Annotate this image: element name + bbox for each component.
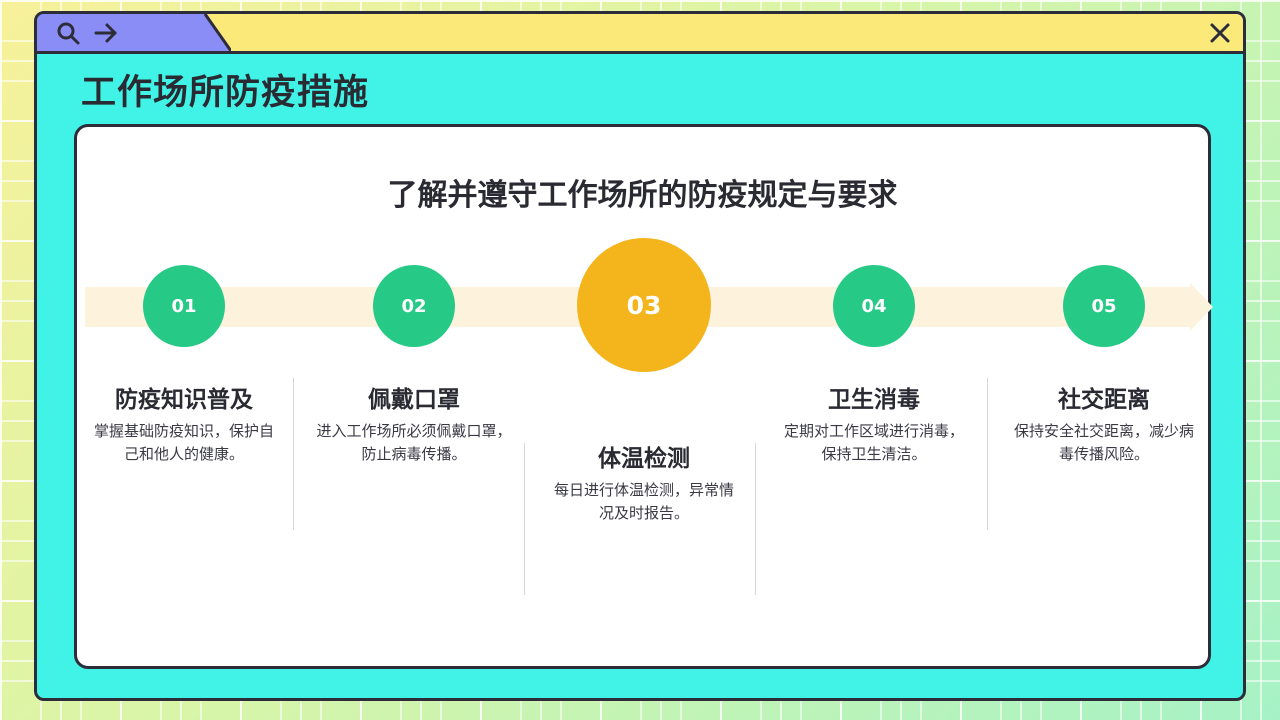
column-divider xyxy=(987,378,988,530)
step-number-04: 04 xyxy=(833,265,915,347)
column-divider xyxy=(524,443,525,595)
step-desc-line: 每日进行体温检测，异常情 xyxy=(553,481,734,499)
step-desc-02: 进入工作场所必须佩戴口罩， 防止病毒传播。 xyxy=(314,420,514,466)
step-desc-03: 每日进行体温检测，异常情 况及时报告。 xyxy=(544,479,744,525)
step-desc-line: 保持安全社交距离，减少病 xyxy=(1013,422,1194,440)
step-title-05: 社交距离 xyxy=(1058,387,1150,413)
content-card: 了解并遵守工作场所的防疫规定与要求 01 02 03 04 05 防疫知识普及 … xyxy=(74,124,1213,669)
step-desc-01: 掌握基础防疫知识，保护自 己和他人的健康。 xyxy=(84,420,284,466)
title-bar-accent xyxy=(205,14,1243,51)
step-desc-05: 保持安全社交距离，减少病 毒传播风险。 xyxy=(1004,420,1204,466)
step-desc-line: 定期对工作区域进行消毒， xyxy=(783,422,964,440)
step-desc-line: 掌握基础防疫知识，保护自 xyxy=(93,422,274,440)
step-desc-04: 定期对工作区域进行消毒， 保持卫生清洁。 xyxy=(774,420,974,466)
step-desc-line: 进入工作场所必须佩戴口罩， xyxy=(316,422,512,440)
step-desc-line: 毒传播风险。 xyxy=(1058,445,1149,463)
step-desc-line: 己和他人的健康。 xyxy=(123,445,244,463)
title-bar xyxy=(37,14,1243,54)
step-desc-line: 防止病毒传播。 xyxy=(361,445,467,463)
title-bar-slant xyxy=(203,14,231,52)
step-title-04: 卫生消毒 xyxy=(828,387,920,413)
step-title-01: 防疫知识普及 xyxy=(115,387,253,413)
search-icon[interactable] xyxy=(55,20,81,46)
arrow-right-icon[interactable] xyxy=(93,20,119,46)
step-desc-line: 保持卫生清洁。 xyxy=(821,445,927,463)
step-title-02: 佩戴口罩 xyxy=(368,387,460,413)
step-title-03: 体温检测 xyxy=(598,446,690,472)
step-number-01: 01 xyxy=(143,265,225,347)
page-title: 工作场所防疫措施 xyxy=(81,73,370,113)
card-subtitle: 了解并遵守工作场所的防疫规定与要求 xyxy=(387,178,898,213)
step-number-05: 05 xyxy=(1063,265,1145,347)
column-divider xyxy=(293,378,294,530)
app-window: 工作场所防疫措施 了解并遵守工作场所的防疫规定与要求 01 02 03 04 0… xyxy=(34,11,1246,701)
column-divider xyxy=(755,443,756,595)
step-desc-line: 况及时报告。 xyxy=(598,504,689,522)
step-number-02: 02 xyxy=(373,265,455,347)
close-icon[interactable] xyxy=(1207,20,1233,46)
step-number-03: 03 xyxy=(577,238,711,372)
